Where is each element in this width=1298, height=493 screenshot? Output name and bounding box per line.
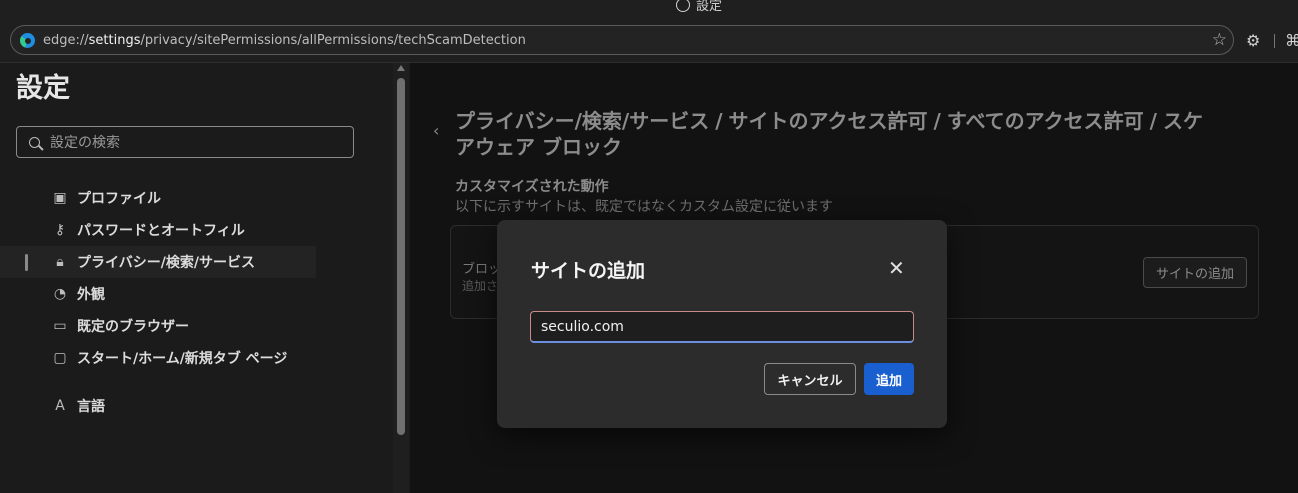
add-site-button[interactable]: サイトの追加 [1143, 257, 1247, 288]
gear-icon [676, 0, 690, 12]
breadcrumb-separator: / [1149, 109, 1157, 133]
sidebar-item-label: スタート/ホーム/新規タブ ページ [77, 351, 288, 367]
search-icon [29, 136, 40, 148]
toolbar-divider [1274, 34, 1275, 48]
section-description: 以下に示すサイトは、既定ではなくカスタム設定に従います [455, 199, 833, 215]
settings-search-input[interactable]: 設定の検索 [16, 126, 354, 158]
card-label: ブロッ [462, 262, 502, 277]
back-chevron-icon[interactable]: ‹ [433, 121, 439, 140]
breadcrumb: プライバシー/検索/サービス / サイトのアクセス許可 / すべてのアクセス許可 / スケア… [455, 108, 1215, 160]
breadcrumb-separator: / [933, 109, 941, 133]
sidebar-item-label: 言語 [77, 399, 105, 415]
home-page-icon: ▢ [53, 350, 67, 366]
sidebar-item-passwords[interactable]: ⚷ パスワードとオートフィル [0, 214, 393, 246]
breadcrumb-privacy[interactable]: プライバシー/検索/サービス [455, 109, 709, 133]
sidebar-item-languages[interactable]: A 言語 [0, 390, 393, 422]
favorite-star-icon[interactable]: ☆ [1212, 31, 1227, 49]
browser-toolbar: edge://settings/privacy/sitePermissions/… [0, 22, 1298, 63]
nav-gap [0, 374, 393, 390]
site-url-input[interactable] [530, 311, 914, 343]
close-icon[interactable]: ✕ [888, 258, 905, 278]
sidebar-item-default-browser[interactable]: ▭ 既定のブラウザー [0, 310, 393, 342]
extensions-icon[interactable]: ⚙ [1246, 31, 1260, 50]
scrollbar-thumb[interactable] [397, 78, 405, 435]
breadcrumb-site-permissions[interactable]: サイトのアクセス許可 [729, 109, 928, 133]
edge-logo-icon [20, 32, 35, 48]
window-title-text: 設定 [696, 0, 723, 14]
search-placeholder: 設定の検索 [50, 135, 120, 151]
profile-icon: ▣ [53, 190, 67, 206]
palette-icon: ◔ [53, 286, 67, 302]
browser-icon: ▭ [53, 318, 67, 334]
sidebar-item-start-home[interactable]: ▢ スタート/ホーム/新規タブ ページ [0, 342, 393, 374]
settings-title: 設定 [16, 73, 70, 104]
url-text[interactable]: edge://settings/privacy/sitePermissions/… [43, 33, 526, 48]
breadcrumb-separator: / [715, 109, 723, 133]
scroll-up-arrow[interactable] [397, 65, 405, 71]
dialog-title: サイトの追加 [531, 260, 646, 282]
sidebar-item-label: パスワードとオートフィル [77, 223, 245, 239]
card-sublabel: 追加さ [462, 279, 499, 293]
language-icon: A [55, 398, 65, 414]
sidebar-item-label: プライバシー/検索/サービス [77, 255, 255, 271]
key-icon: ⚷ [54, 222, 66, 238]
window-title: 設定 [676, 0, 722, 14]
sidebar-nav: ▣ プロファイル ⚷ パスワードとオートフィル 🔒︎ プライバシー/検索/サービ… [0, 182, 393, 422]
address-bar[interactable]: edge://settings/privacy/sitePermissions/… [10, 25, 1234, 55]
cancel-button[interactable]: キャンセル [764, 363, 856, 395]
copilot-icon[interactable]: ⌘ [1285, 31, 1298, 50]
sidebar-item-label: プロファイル [77, 191, 161, 207]
sidebar-item-label: 既定のブラウザー [77, 319, 189, 335]
add-button[interactable]: 追加 [864, 363, 914, 395]
section-title: カスタマイズされた動作 [455, 179, 609, 195]
sidebar-item-privacy[interactable]: 🔒︎ プライバシー/検索/サービス [0, 246, 316, 278]
sidebar-item-appearance[interactable]: ◔ 外観 [0, 278, 393, 310]
lock-icon: 🔒︎ [56, 254, 64, 270]
sidebar-item-label: 外観 [77, 287, 105, 303]
window-titlebar: 設定 [0, 0, 1298, 22]
breadcrumb-all-permissions[interactable]: すべてのアクセス許可 [947, 109, 1144, 133]
sidebar-item-profile[interactable]: ▣ プロファイル [0, 182, 393, 214]
active-indicator [25, 254, 28, 271]
